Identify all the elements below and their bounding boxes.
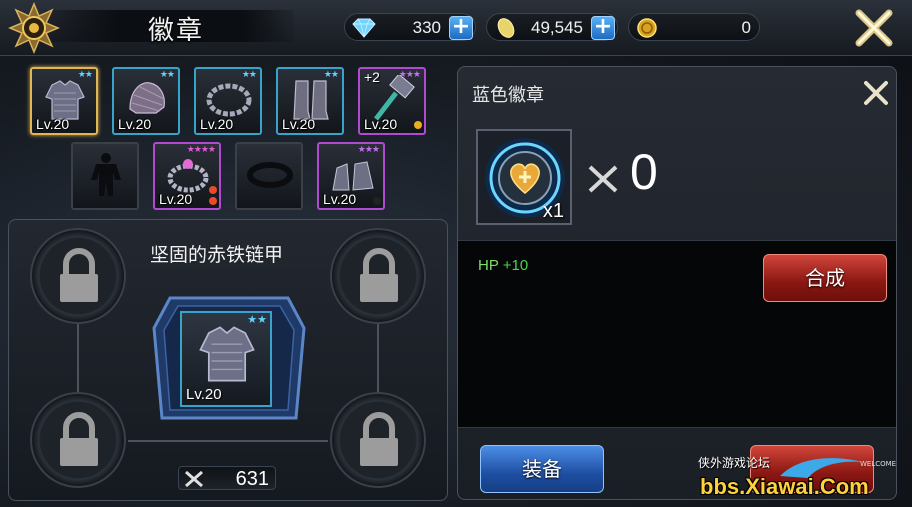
item-stars: ★★ (241, 70, 257, 80)
notification-dot (414, 121, 422, 129)
item-level: Lv.20 (323, 191, 357, 207)
lock-icon (360, 412, 398, 466)
diamond-value: 330 (412, 18, 441, 37)
inventory-slot[interactable]: ★★★★ Lv.20 (153, 142, 221, 210)
locked-badge-socket[interactable] (330, 392, 426, 488)
locked-badge-socket[interactable] (30, 228, 126, 324)
inventory-slot-empty[interactable] (235, 142, 303, 210)
item-level: Lv.20 (159, 191, 193, 207)
body-silhouette-icon (91, 153, 121, 196)
combine-button[interactable]: 合成 (763, 254, 887, 302)
item-level: Lv.20 (200, 116, 234, 132)
inventory-slot[interactable]: ★★★ Lv.20 (317, 142, 385, 210)
badge-count: x1 (542, 200, 564, 222)
close-icon[interactable] (862, 79, 890, 107)
gold-counter: 0 (628, 13, 760, 41)
badge-title: 蓝色徽章 (472, 85, 544, 106)
badge-emblem-icon (8, 2, 60, 54)
item-stars: ★★★ (398, 70, 421, 80)
stamina-counter: 49,545 + (486, 13, 618, 41)
item-stars: ★★ (159, 70, 175, 80)
equipped-item-name: 坚固的赤铁链甲 (150, 244, 284, 266)
item-level: Lv.20 (282, 116, 316, 132)
belt-icon (247, 162, 293, 188)
inventory-slot-empty[interactable] (71, 142, 139, 210)
combat-power-value: 631 (235, 468, 269, 490)
watermark: 侠外游戏论坛 WELCOME bbs.Xiawai.Com (698, 452, 912, 507)
inventory-slot[interactable]: +2 ★★★ Lv.20 (358, 67, 426, 135)
lock-icon (60, 412, 98, 466)
diamond-counter: 330 + (344, 13, 476, 41)
owned-count-value: 0 (630, 144, 658, 200)
item-enhance-level: +2 (364, 69, 380, 85)
stat-line: HP +10 (478, 257, 528, 274)
gold-coin-icon (637, 18, 657, 38)
add-stamina-button[interactable]: + (591, 16, 615, 40)
top-bar: 徽章 330 + 49,545 + 0 (0, 0, 912, 56)
item-stars: ★★★ (357, 145, 380, 155)
add-diamond-button[interactable]: + (449, 16, 473, 40)
combat-power: 631 (178, 466, 276, 490)
lock-icon (60, 248, 98, 302)
badge-detail-panel: 蓝色徽章 x1 0 HP +10 合成 装备 (457, 66, 897, 500)
notification-dot (209, 186, 217, 194)
stat-value: +10 (502, 257, 529, 274)
watermark-forum-name: 侠外游戏论坛 (698, 456, 771, 470)
item-level: Lv.20 (186, 386, 222, 403)
item-stars: ★★ (77, 70, 93, 80)
item-level: Lv.20 (364, 116, 398, 132)
crossed-swords-icon (185, 470, 203, 488)
equipped-item-slot[interactable]: ★★ Lv.20 (180, 311, 272, 407)
stamina-icon (497, 18, 515, 38)
inventory-slot[interactable]: ★★ Lv.20 (194, 67, 262, 135)
item-stars: ★★ (323, 70, 339, 80)
locked-badge-socket[interactable] (330, 228, 426, 324)
watermark-url: bbs.Xiawai.Com (700, 474, 869, 499)
badge-preview: x1 (476, 129, 572, 225)
stamina-value: 49,545 (531, 18, 583, 37)
inventory-slot[interactable]: ★★ Lv.20 (276, 67, 344, 135)
close-icon[interactable] (853, 8, 895, 48)
stat-area: HP +10 合成 (458, 240, 896, 428)
item-level: Lv.20 (36, 116, 70, 132)
stat-key: HP (478, 257, 499, 274)
page-title: 徽章 (148, 16, 205, 46)
item-stars: ★★★★ (186, 145, 216, 155)
locked-badge-socket[interactable] (30, 392, 126, 488)
chainmail-armor-icon (199, 326, 255, 382)
item-stars: ★★ (247, 313, 267, 326)
inventory-slot[interactable]: ★★ Lv.20 (112, 67, 180, 135)
lock-icon (360, 248, 398, 302)
diamond-icon (352, 18, 376, 38)
crossed-swords-icon (588, 165, 618, 193)
notification-dot (373, 197, 381, 205)
equip-button[interactable]: 装备 (480, 445, 604, 493)
inventory-slot[interactable]: ★★ Lv.20 (30, 67, 98, 135)
gold-value: 0 (741, 18, 751, 37)
notification-dot (209, 197, 217, 205)
item-level: Lv.20 (118, 116, 152, 132)
